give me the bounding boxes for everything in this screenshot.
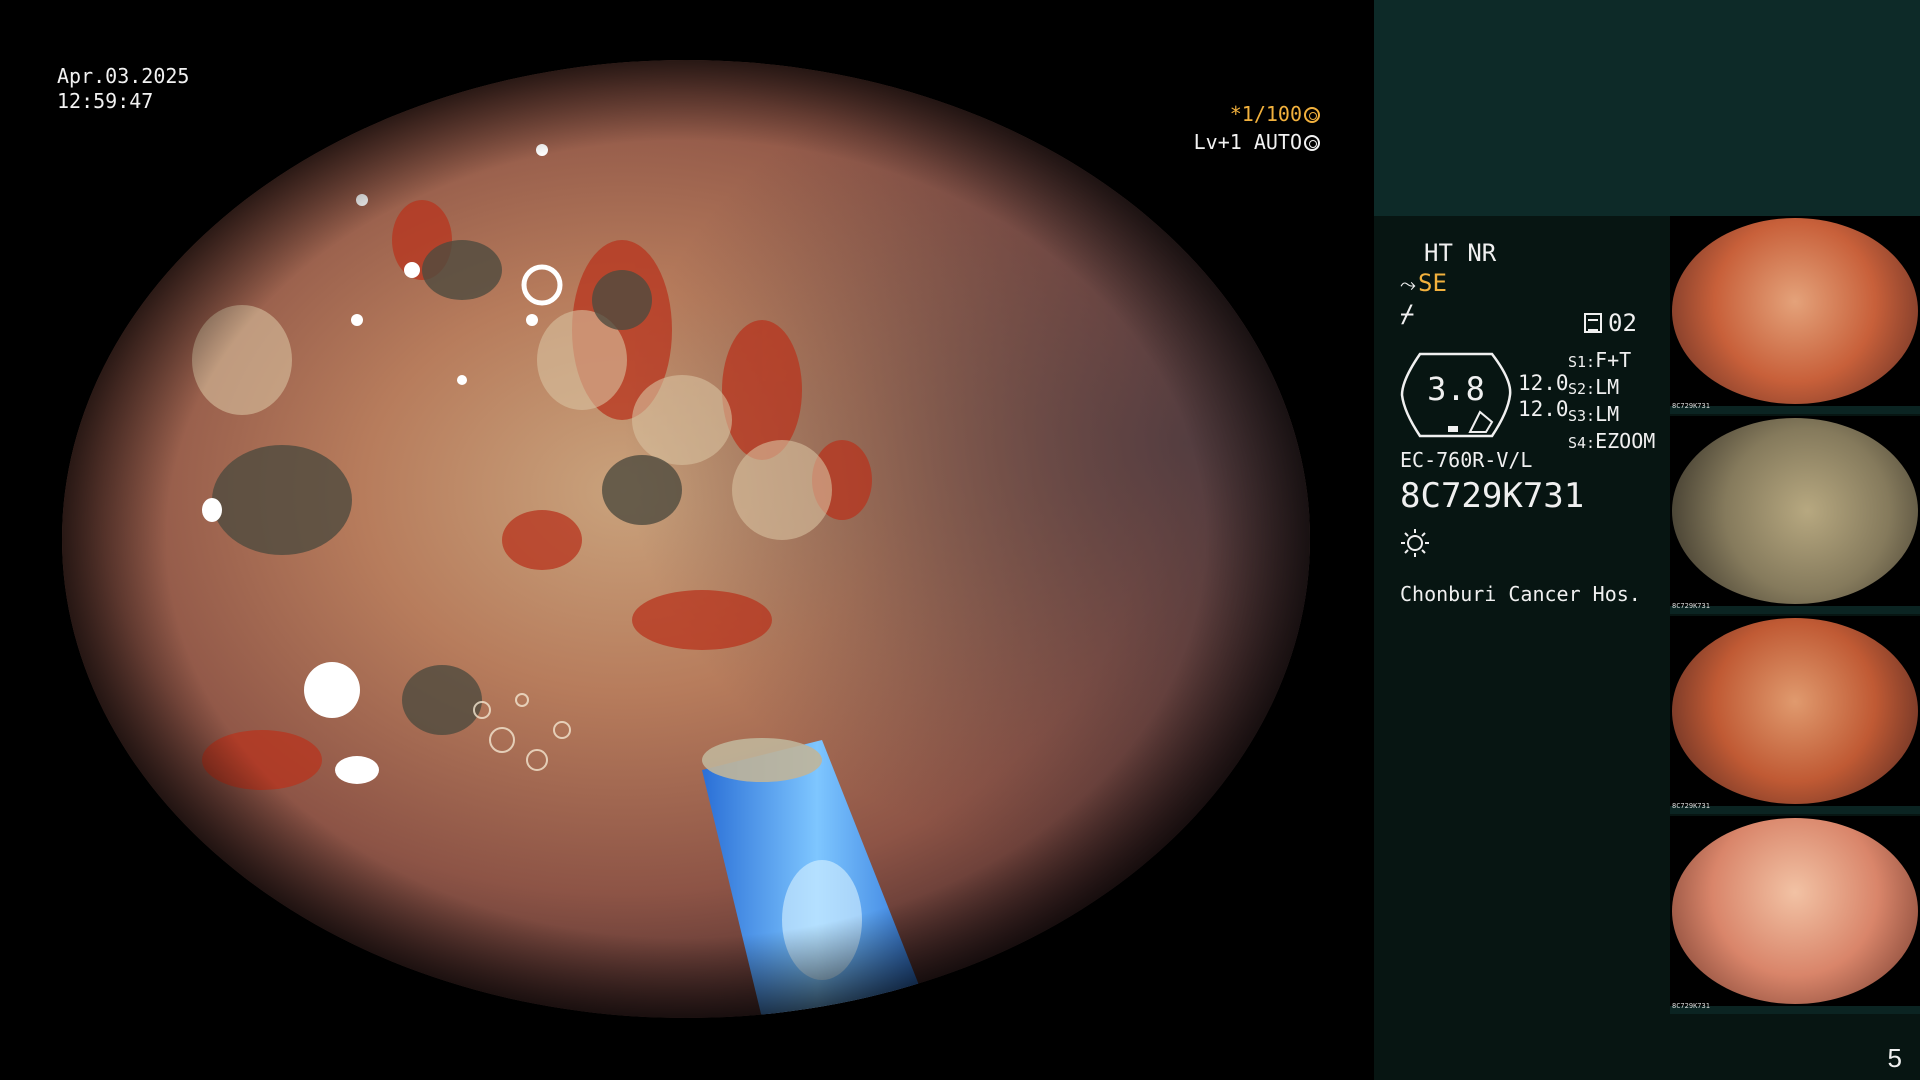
switch-key: S3: [1568, 407, 1596, 425]
shutter-text: *1/100 [1229, 102, 1302, 126]
thumbnail-image [1672, 818, 1918, 1004]
gauge-value: 3.8 [1427, 370, 1485, 408]
switch-row: S2:LM [1568, 375, 1655, 402]
switch-value: LM [1595, 402, 1620, 426]
thumbnail[interactable]: 8C729K731 [1670, 216, 1920, 414]
enhance-text: SE [1418, 269, 1447, 297]
memory-icon [1584, 313, 1602, 333]
gauge-numbers: 12.0 12.0 [1518, 370, 1569, 422]
gauge-number-2: 12.0 [1518, 397, 1569, 421]
thumbnail[interactable]: 8C729K731 [1670, 616, 1920, 814]
page-number: 5 [1887, 1043, 1902, 1073]
switch-row: S1:F+T [1568, 348, 1655, 375]
scope-model: EC-760R-V/L [1400, 448, 1533, 472]
enhance-mode: ⤳SE [1400, 268, 1700, 299]
switch-value: EZOOM [1595, 429, 1656, 453]
agc-level: Lv+1 AUTO [1194, 128, 1320, 156]
switch-value: F+T [1595, 348, 1632, 372]
thumbnail-image [1672, 618, 1918, 804]
iris-icon [1304, 135, 1320, 151]
hospital-name: Chonburi Cancer Hos. [1400, 582, 1641, 606]
image-mode: HT NR [1424, 239, 1497, 267]
scope-serial: 8C729K731 [1400, 476, 1585, 516]
endoscopic-image [62, 60, 1310, 1018]
tone-curve-icon: ⌿ [1400, 300, 1415, 328]
shutter-speed: *1/100 [1194, 100, 1320, 128]
time-text: 12:59:47 [57, 89, 154, 113]
thumbnail-strip: 8C729K731 8C729K731 8C729K731 8C729K731 [1670, 216, 1920, 1016]
scope-switch-list: S1:F+T S2:LM S3:LM S4:EZOOM [1568, 348, 1655, 456]
processor-status: HT NR ⤳SE ⌿ 02 3.8 12.0 12.0 S1:F+T S2:L… [1400, 238, 1700, 606]
switch-key: S4: [1568, 434, 1596, 452]
zoom-gauge: 3.8 [1400, 350, 1512, 440]
thumbnail-image [1672, 218, 1918, 404]
memory-text: 02 [1608, 309, 1637, 337]
gauge-number-1: 12.0 [1518, 371, 1569, 395]
side-panel-header [1374, 0, 1920, 216]
switch-key: S1: [1568, 353, 1596, 371]
timestamp: Apr.03.2025 12:59:47 [57, 64, 189, 114]
thumbnail[interactable]: 8C729K731 [1670, 816, 1920, 1014]
enhance-icon: ⤳ [1400, 272, 1416, 296]
thumbnail-serial: 8C729K731 [1672, 1002, 1710, 1010]
switch-key: S2: [1568, 380, 1596, 398]
switch-value: LM [1595, 375, 1620, 399]
exposure-info: *1/100 Lv+1 AUTO [1194, 100, 1320, 156]
thumbnail-serial: 8C729K731 [1672, 402, 1710, 410]
thumbnail-image [1672, 418, 1918, 604]
thumbnail-serial: 8C729K731 [1672, 602, 1710, 610]
endoscopic-view [62, 60, 1310, 1018]
switch-row: S4:EZOOM [1568, 429, 1655, 456]
thumbnail-serial: 8C729K731 [1672, 802, 1710, 810]
endoscopy-screen: Apr.03.2025 12:59:47 *1/100 Lv+1 AUTO HT… [0, 0, 1920, 1080]
thumbnail[interactable]: 8C729K731 [1670, 416, 1920, 614]
agc-text: Lv+1 AUTO [1193, 130, 1302, 154]
memory-slot: 02 [1584, 308, 1637, 338]
light-source-icon [1401, 529, 1429, 557]
date-text: Apr.03.2025 [57, 64, 190, 88]
shutter-icon [1304, 107, 1320, 123]
switch-row: S3:LM [1568, 402, 1655, 429]
